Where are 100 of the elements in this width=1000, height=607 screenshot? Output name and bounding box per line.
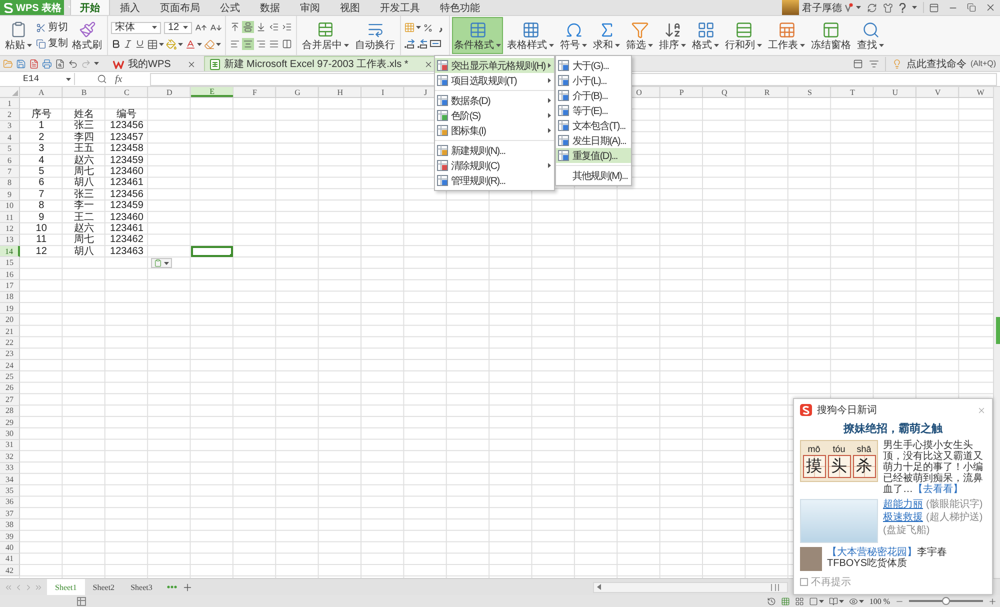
row-header[interactable]: 30 <box>0 428 20 440</box>
row-header[interactable]: 7 <box>0 166 20 178</box>
document-icon[interactable] <box>29 58 39 68</box>
menu-tab[interactable]: 开发工具 <box>370 0 430 15</box>
ribbon-button[interactable]: 表格样式 <box>505 17 556 54</box>
menu-item[interactable]: 清除规则(C) <box>435 158 554 173</box>
font-color-icon[interactable] <box>185 38 196 50</box>
story-link[interactable]: 【大本营秘密花园】 <box>827 547 917 558</box>
column-header[interactable]: Q <box>703 87 746 97</box>
row-header[interactable]: 34 <box>0 474 20 486</box>
percent-icon[interactable] <box>423 22 433 32</box>
column-header[interactable]: U <box>874 87 916 97</box>
row-header[interactable]: 17 <box>0 280 20 292</box>
merge-center-button[interactable]: 合并居中 <box>300 17 351 54</box>
dismiss-checkbox[interactable] <box>800 578 808 586</box>
italic-icon[interactable] <box>123 39 133 49</box>
row-header[interactable]: 32 <box>0 451 20 462</box>
copy-button[interactable]: 复制 <box>36 38 68 49</box>
row-header[interactable]: 41 <box>0 554 20 566</box>
row-header[interactable]: 25 <box>0 371 20 383</box>
row-header[interactable]: 23 <box>0 348 20 360</box>
list-icon[interactable] <box>869 58 880 68</box>
sheet-tab[interactable]: Sheet1 <box>47 579 85 595</box>
ribbon-button[interactable]: 筛选 <box>624 17 655 54</box>
row-header[interactable]: 15 <box>0 257 20 269</box>
page-break-view-icon[interactable] <box>809 596 818 606</box>
menu-tab[interactable]: 公式 <box>210 0 250 15</box>
row-header[interactable]: 39 <box>0 530 20 542</box>
menu-tab[interactable]: 特色功能 <box>430 0 490 15</box>
row-header[interactable]: 18 <box>0 292 20 304</box>
printer-icon[interactable] <box>42 58 52 68</box>
format-painter-button[interactable]: 格式刷 <box>70 17 104 54</box>
menu-item[interactable]: 色阶(S) <box>435 108 554 123</box>
menu-tab[interactable]: 视图 <box>330 0 370 15</box>
cut-button[interactable]: 剪切 <box>36 22 68 33</box>
help-icon[interactable] <box>899 2 906 12</box>
menu-tab[interactable]: 数据 <box>250 0 290 15</box>
shirt-icon[interactable] <box>883 2 893 12</box>
avatar-image[interactable] <box>782 0 799 15</box>
close-icon[interactable] <box>424 60 434 68</box>
ribbon-button[interactable]: 求和 <box>591 17 622 54</box>
paste-options-button[interactable] <box>151 258 172 268</box>
row-header[interactable]: 4 <box>0 132 20 144</box>
more-link[interactable]: 【去看看】 <box>913 484 963 495</box>
menu-item[interactable]: 管理规则(R)... <box>435 173 554 188</box>
ribbon-button[interactable]: 查找 <box>855 17 886 54</box>
row-header[interactable]: 19 <box>0 303 20 314</box>
column-header[interactable]: I <box>362 87 404 97</box>
column-header[interactable]: W <box>959 87 993 97</box>
row-header[interactable]: 14 <box>0 246 20 258</box>
menu-item[interactable]: 数据条(D) <box>435 93 554 108</box>
name-box[interactable]: E14 <box>3 73 75 85</box>
ribbon-button[interactable]: 行和列 <box>723 17 764 54</box>
row-header[interactable]: 21 <box>0 326 20 338</box>
column-header[interactable]: D <box>148 87 191 97</box>
borders-icon[interactable] <box>147 38 158 50</box>
eye-icon[interactable] <box>849 596 858 606</box>
column-header[interactable]: H <box>318 87 362 97</box>
menu-item[interactable]: 文本包含(T)... <box>556 118 631 133</box>
news-link[interactable]: 极速救援 <box>883 512 923 523</box>
font-size-field[interactable]: 12 <box>164 22 192 34</box>
panel-icon[interactable] <box>853 58 864 68</box>
user-name[interactable]: 君子厚德 <box>802 0 842 14</box>
paste-button[interactable]: 粘贴 <box>3 17 34 54</box>
row-header[interactable]: 31 <box>0 440 20 452</box>
number-box-icon[interactable] <box>430 38 441 49</box>
row-header[interactable]: 28 <box>0 406 20 417</box>
row-header[interactable]: 35 <box>0 485 20 497</box>
ribbon-button[interactable]: 冻结窗格 <box>809 17 853 54</box>
underline-icon[interactable] <box>135 39 145 49</box>
insert-function-button[interactable]: fx <box>113 74 124 84</box>
menu-tab[interactable]: 审阅 <box>290 0 330 15</box>
row-header[interactable]: 1 <box>0 98 20 110</box>
row-header[interactable]: 38 <box>0 519 20 531</box>
align-middle-button[interactable] <box>242 21 254 33</box>
sheet-tab[interactable]: Sheet2 <box>84 579 123 595</box>
column-header[interactable]: A <box>20 87 63 97</box>
news-link[interactable]: 超能力丽 <box>883 499 923 510</box>
row-header[interactable]: 22 <box>0 337 20 349</box>
document-tab[interactable]: 我的WPS <box>107 56 202 71</box>
row-header[interactable]: 42 <box>0 565 20 576</box>
document-search-icon[interactable] <box>55 58 65 68</box>
grow-font-icon[interactable] <box>195 22 207 34</box>
row-header[interactable]: 16 <box>0 268 20 280</box>
row-header[interactable]: 10 <box>0 200 20 212</box>
sheet-tab[interactable]: Sheet3 <box>122 579 160 595</box>
ribbon-button[interactable]: 排序 <box>657 17 688 54</box>
zoom-in-icon[interactable] <box>988 596 997 606</box>
ribbon-button[interactable]: 格式 <box>690 17 721 54</box>
justify-button[interactable] <box>268 38 280 50</box>
row-header[interactable]: 40 <box>0 542 20 554</box>
align-right-button[interactable] <box>255 38 267 50</box>
row-header[interactable]: 6 <box>0 154 20 166</box>
indent-button[interactable] <box>281 21 293 33</box>
slider-thumb[interactable] <box>942 597 950 605</box>
row-header[interactable]: 9 <box>0 189 20 201</box>
decimal-decrease-icon[interactable] <box>417 38 428 49</box>
menu-item[interactable]: 大于(G)... <box>556 58 631 73</box>
align-left-button[interactable] <box>229 38 241 50</box>
align-bottom-button[interactable] <box>255 21 267 33</box>
